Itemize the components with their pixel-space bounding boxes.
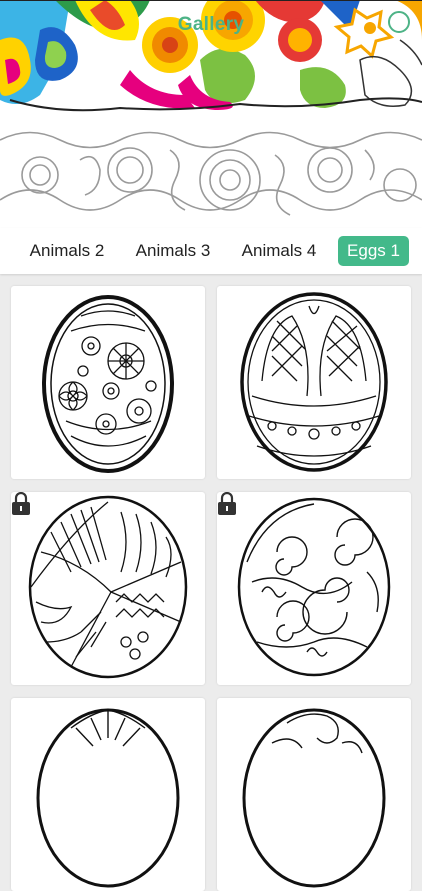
tab-eggs-1[interactable]: Eggs 1 <box>338 236 409 266</box>
egg-lattice-image <box>240 292 388 472</box>
egg-feathers-image <box>36 708 180 888</box>
egg-zentangle-image <box>28 495 188 679</box>
tab-animals-4[interactable]: Animals 4 <box>232 236 326 266</box>
lock-icon <box>12 492 30 515</box>
egg-flowers-image <box>42 295 174 473</box>
egg-scrolls-image <box>242 708 386 888</box>
egg-card-lattice[interactable] <box>217 286 411 479</box>
egg-card-flowers[interactable] <box>11 286 205 479</box>
category-tab-bar: Animals 2 Animals 3 Animals 4 Eggs 1 <box>0 228 422 274</box>
info-button[interactable] <box>388 11 410 33</box>
tab-animals-3[interactable]: Animals 3 <box>126 236 220 266</box>
tab-animals-2[interactable]: Animals 2 <box>20 236 114 266</box>
egg-card-scrolls[interactable] <box>217 698 411 891</box>
egg-card-feathers[interactable] <box>11 698 205 891</box>
egg-card-zentangle[interactable] <box>11 492 205 685</box>
egg-card-swirls[interactable] <box>217 492 411 685</box>
lock-icon <box>218 492 236 515</box>
hero-banner: Gallery <box>0 0 422 228</box>
page-title: Gallery <box>177 14 245 35</box>
egg-swirls-image <box>237 497 391 677</box>
gallery-grid <box>0 274 422 891</box>
